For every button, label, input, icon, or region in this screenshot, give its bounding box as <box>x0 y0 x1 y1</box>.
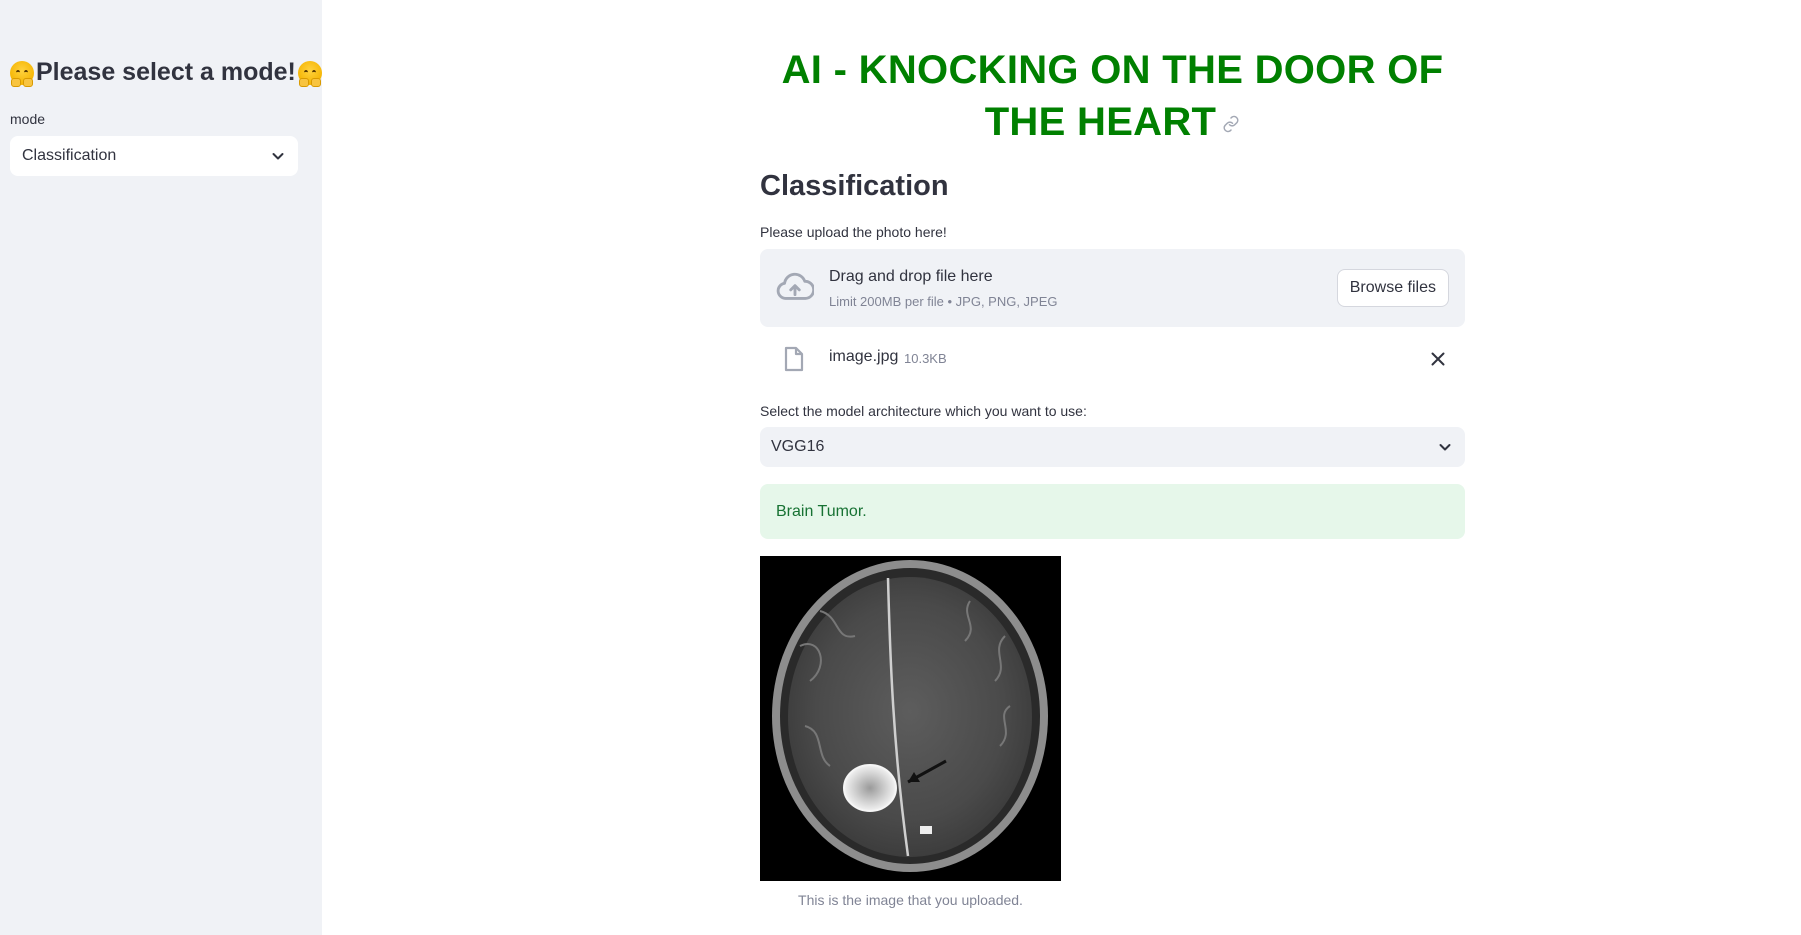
page-title-text: AI - KNOCKING ON THE DOOR OF THE HEART <box>781 48 1444 144</box>
model-architecture-label: Select the model architecture which you … <box>760 403 1087 419</box>
mri-scan-image <box>760 556 1061 881</box>
chevron-down-icon <box>1439 444 1451 451</box>
uploaded-file-row: image.jpg 10.3KB <box>760 342 1465 376</box>
model-select-value: VGG16 <box>771 438 825 455</box>
file-icon <box>784 346 804 372</box>
cloud-upload-icon <box>776 272 814 300</box>
uploaded-file-size: 10.3KB <box>904 351 947 366</box>
link-icon[interactable] <box>1222 115 1240 133</box>
image-caption: This is the image that you uploaded. <box>798 892 1023 908</box>
dropzone-text: Drag and drop file here <box>829 268 993 285</box>
file-dropzone[interactable]: Drag and drop file here Limit 200MB per … <box>760 249 1465 327</box>
model-architecture-select[interactable]: VGG16 <box>760 427 1465 467</box>
success-alert: Brain Tumor. <box>760 484 1465 539</box>
hugging-face-emoji-icon <box>297 60 322 87</box>
dropzone-limit: Limit 200MB per file • JPG, PNG, JPEG <box>829 294 1058 309</box>
uploaded-file-name: image.jpg <box>829 348 899 365</box>
chevron-down-icon <box>272 153 284 160</box>
sidebar: Please select a mode! mode Classificatio… <box>0 0 322 935</box>
mode-select[interactable]: Classification <box>10 136 298 176</box>
uploaded-image <box>760 556 1061 881</box>
sidebar-title: Please select a mode! <box>10 58 322 87</box>
classification-result: Brain Tumor. <box>776 502 867 520</box>
page-title: AI - KNOCKING ON THE DOOR OF THE HEART <box>760 44 1465 148</box>
close-icon[interactable] <box>1429 350 1447 368</box>
hugging-face-emoji-icon <box>10 60 34 87</box>
mode-label: mode <box>10 111 46 127</box>
upload-label: Please upload the photo here! <box>760 224 947 240</box>
mode-select-value: Classification <box>22 147 117 164</box>
sidebar-title-text: Please select a mode! <box>36 58 296 86</box>
section-heading: Classification <box>760 170 949 202</box>
browse-files-button[interactable]: Browse files <box>1336 269 1449 307</box>
